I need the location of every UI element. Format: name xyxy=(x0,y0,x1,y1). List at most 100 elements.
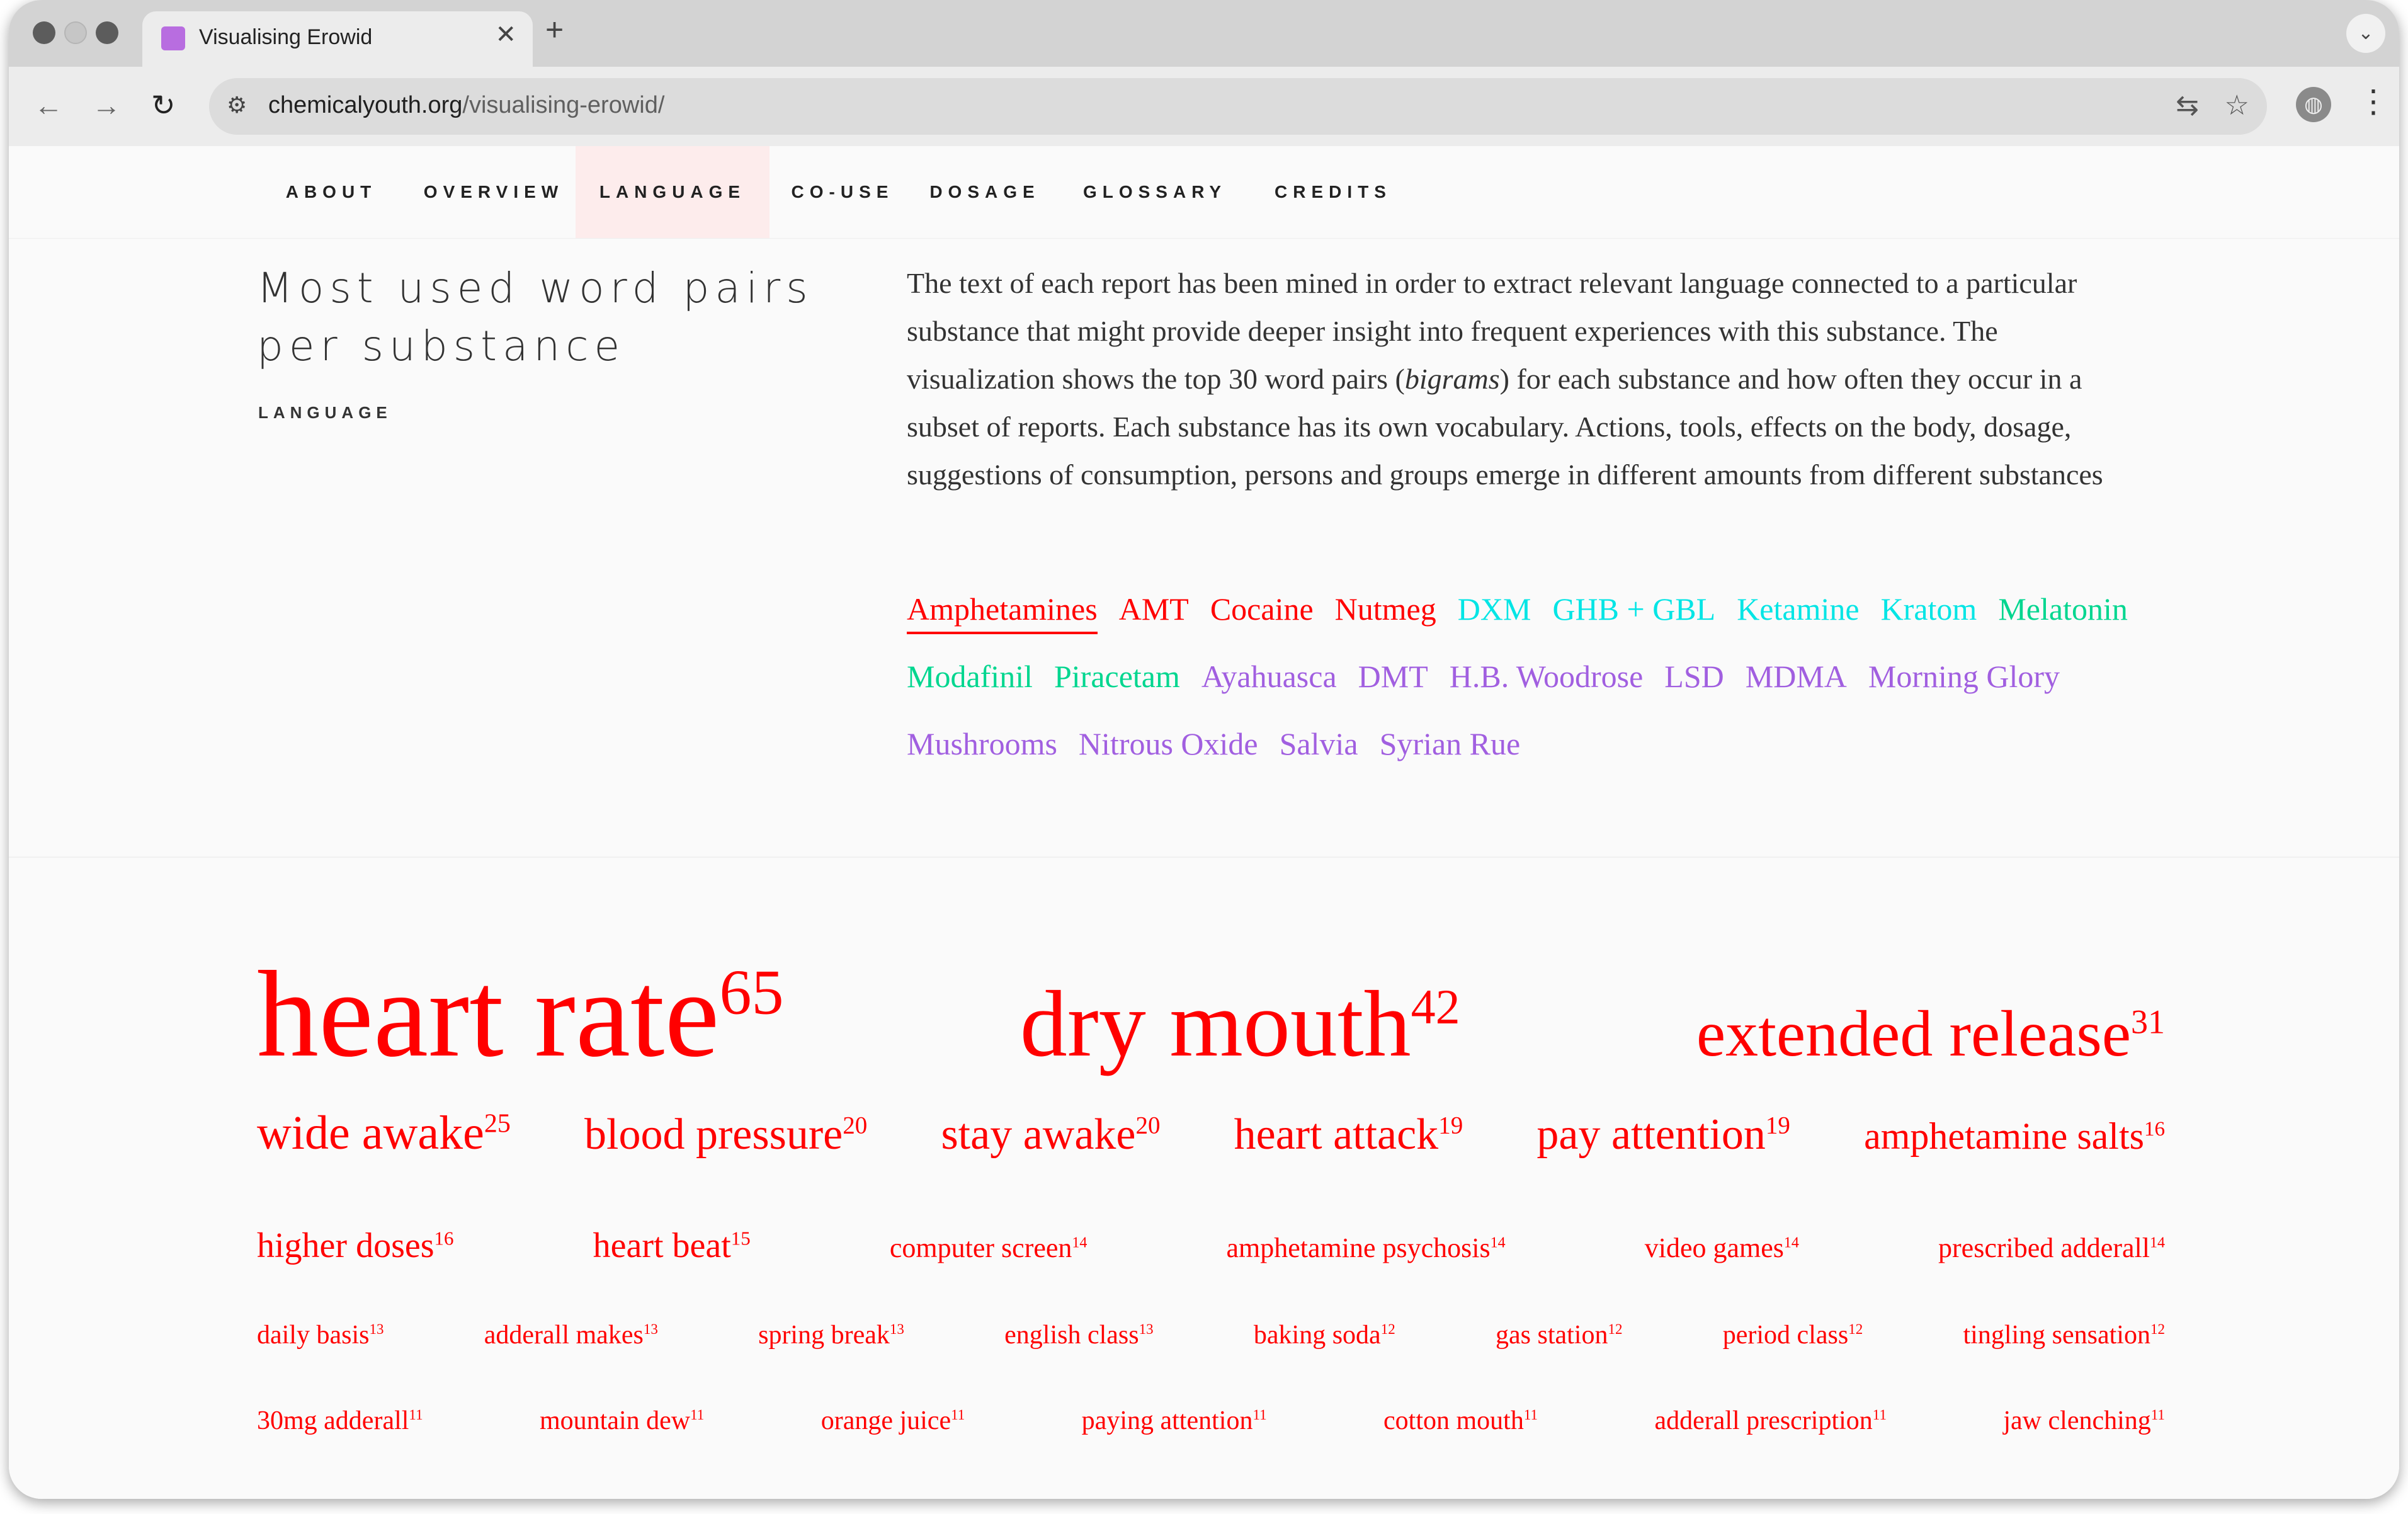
substance-link[interactable]: LSD xyxy=(1664,654,1724,699)
bigram-word: dry mouth42 xyxy=(1020,970,1460,1078)
substance-link[interactable]: MDMA xyxy=(1746,654,1847,699)
bigram-count: 14 xyxy=(1783,1234,1799,1251)
nav-credits[interactable]: CREDITS xyxy=(1267,146,1399,238)
bigram-count: 11 xyxy=(1872,1407,1887,1423)
section-divider xyxy=(9,857,2399,858)
bigram-count: 25 xyxy=(484,1109,511,1139)
bigram-count: 13 xyxy=(643,1321,658,1337)
nav-glossary[interactable]: GLOSSARY xyxy=(1079,146,1230,238)
bigram-count: 12 xyxy=(1608,1321,1623,1337)
substance-link[interactable]: Nitrous Oxide xyxy=(1079,721,1258,766)
substance-link[interactable]: Syrian Rue xyxy=(1380,721,1521,766)
bigram-count: 11 xyxy=(1252,1407,1267,1423)
bigram-word: extended release31 xyxy=(1696,996,2165,1071)
bigram-word: heart rate65 xyxy=(257,943,783,1085)
bigram-text: daily basis xyxy=(257,1321,370,1350)
address-bar[interactable]: ⚙ chemicalyouth.org/visualising-erowid/ … xyxy=(209,78,2267,135)
bigram-text: stay awake xyxy=(941,1110,1136,1159)
substance-link[interactable]: GHB + GBL xyxy=(1552,586,1715,632)
bigram-text: wide awake xyxy=(257,1107,484,1159)
minimize-window-dot[interactable] xyxy=(64,21,87,44)
bigram-text: heart beat xyxy=(593,1226,731,1265)
bigram-word: adderall prescription11 xyxy=(1654,1406,1887,1436)
bigram-count: 13 xyxy=(1139,1321,1154,1337)
substance-link[interactable]: Amphetamines xyxy=(907,586,1098,634)
bigram-count: 16 xyxy=(2144,1118,2165,1141)
bigram-text: prescribed adderall xyxy=(1938,1232,2150,1263)
substance-link[interactable]: AMT xyxy=(1119,586,1189,632)
substance-link[interactable]: DXM xyxy=(1458,586,1531,632)
browser-tab[interactable]: Visualising Erowid ✕ xyxy=(142,11,533,67)
translate-icon[interactable]: ⇆ xyxy=(2176,89,2199,122)
site-info-icon[interactable]: ⚙ xyxy=(227,92,247,118)
bigram-count: 16 xyxy=(434,1227,454,1249)
section-title-line1: Most used word pairs xyxy=(257,264,814,312)
browser-toolbar: ← → ↻ ⚙ chemicalyouth.org/visualising-er… xyxy=(9,67,2399,147)
bigram-text: 30mg adderall xyxy=(257,1406,409,1435)
profile-avatar-icon[interactable]: ◍ xyxy=(2296,87,2331,122)
tab-close-icon[interactable]: ✕ xyxy=(495,20,516,49)
bigram-count: 20 xyxy=(843,1112,868,1139)
bigram-word: mountain dew11 xyxy=(540,1406,704,1436)
tab-search-button[interactable]: ⌄ xyxy=(2346,14,2385,53)
bigram-text: orange juice xyxy=(821,1406,951,1435)
bigram-count: 12 xyxy=(2150,1321,2165,1337)
bigram-count: 65 xyxy=(719,957,784,1028)
bigram-count: 14 xyxy=(1072,1234,1088,1251)
bigram-text: cotton mouth xyxy=(1383,1406,1524,1435)
bigram-word: period class12 xyxy=(1723,1320,1863,1350)
nav-dosage[interactable]: DOSAGE xyxy=(928,146,1042,238)
bigram-word: prescribed adderall14 xyxy=(1938,1232,2165,1264)
bigram-count: 11 xyxy=(951,1407,965,1423)
nav-about[interactable]: ABOUT xyxy=(281,146,382,238)
nav-overview[interactable]: OVERVIEW xyxy=(418,146,569,238)
substance-link[interactable]: Piracetam xyxy=(1054,654,1180,699)
bigram-text: adderall prescription xyxy=(1654,1406,1873,1435)
bigram-word: daily basis13 xyxy=(257,1320,383,1350)
substance-link[interactable]: Ayahuasca xyxy=(1201,654,1337,699)
forward-icon[interactable]: → xyxy=(92,88,121,122)
substance-link[interactable]: Mushrooms xyxy=(907,721,1057,766)
word-cloud-row: 30mg adderall11 mountain dew11 orange juic… xyxy=(257,1406,2165,1436)
bigram-text: blood pressure xyxy=(584,1110,843,1159)
bigram-word: computer screen14 xyxy=(890,1232,1088,1264)
substance-link[interactable]: Kratom xyxy=(1881,586,1977,632)
substance-link[interactable]: DMT xyxy=(1358,654,1428,699)
reload-icon[interactable]: ↻ xyxy=(151,88,176,122)
substance-link[interactable]: Ketamine xyxy=(1737,586,1859,632)
substance-link[interactable]: H.B. Woodrose xyxy=(1450,654,1644,699)
bigram-word: baking soda12 xyxy=(1254,1320,1395,1350)
bigram-count: 15 xyxy=(730,1227,751,1249)
substance-link[interactable]: Morning Glory xyxy=(1868,654,2060,699)
url-text[interactable]: chemicalyouth.org/visualising-erowid/ xyxy=(268,92,664,119)
bigram-count: 14 xyxy=(2149,1234,2165,1251)
bigram-word: blood pressure20 xyxy=(584,1110,867,1160)
zoom-window-dot[interactable] xyxy=(96,21,118,44)
bigram-text: adderall makes xyxy=(484,1321,644,1350)
bigram-word: pay attention19 xyxy=(1536,1110,1790,1160)
nav-language[interactable]: LANGUAGE xyxy=(576,146,770,238)
back-icon[interactable]: ← xyxy=(34,88,63,122)
nav-co-use[interactable]: CO-USE xyxy=(785,146,900,238)
browser-menu-icon[interactable]: ⋮ xyxy=(2358,83,2389,120)
section-title: Most used word pairs per substance xyxy=(257,259,814,375)
bigram-text: computer screen xyxy=(889,1232,1072,1263)
url-path: /visualising-erowid/ xyxy=(462,92,665,118)
bigram-text: higher doses xyxy=(257,1226,434,1265)
bigram-count: 13 xyxy=(369,1321,384,1337)
substance-link[interactable]: Modafinil xyxy=(907,654,1033,699)
bigram-word: paying attention11 xyxy=(1082,1406,1267,1436)
bigram-count: 11 xyxy=(409,1407,423,1423)
substance-link[interactable]: Melatonin xyxy=(1998,586,2128,632)
substance-link[interactable]: Salvia xyxy=(1280,721,1358,766)
bookmark-star-icon[interactable]: ☆ xyxy=(2225,89,2249,122)
substance-link[interactable]: Nutmeg xyxy=(1335,586,1436,632)
bigram-text: gas station xyxy=(1495,1321,1608,1350)
substance-link[interactable]: Cocaine xyxy=(1210,586,1314,632)
bigram-word: orange juice11 xyxy=(821,1406,965,1436)
new-tab-button[interactable]: + xyxy=(545,11,564,48)
bigram-text: amphetamine psychosis xyxy=(1226,1232,1491,1263)
site-navigation: ABOUT OVERVIEW LANGUAGE CO-USE DOSAGE GL… xyxy=(9,146,2399,239)
close-window-dot[interactable] xyxy=(33,21,55,44)
bigram-count: 12 xyxy=(1848,1321,1863,1337)
